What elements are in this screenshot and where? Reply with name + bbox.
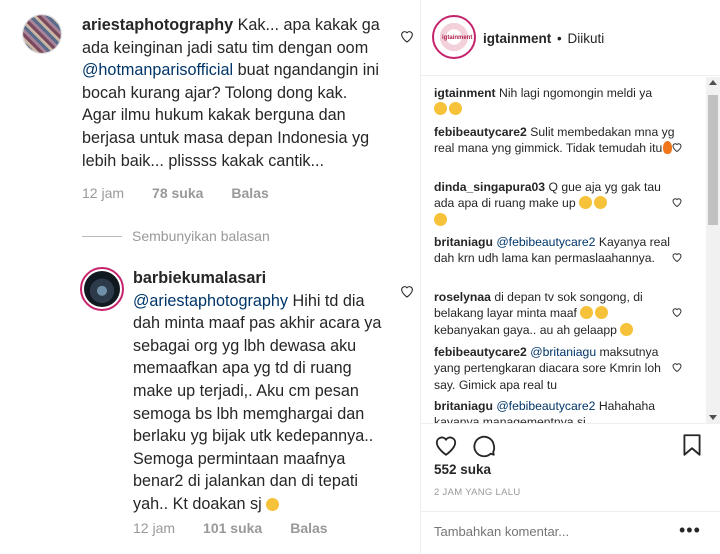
confused-emoji-icon: [434, 102, 447, 116]
comment-mention[interactable]: @febibeautycare2: [496, 235, 595, 249]
comment-text: Nih lagi ngomongin meldi ya: [499, 86, 653, 100]
add-comment-bar: •••: [421, 511, 720, 554]
like-comment-heart-icon[interactable]: [671, 306, 683, 318]
list-item: roselynaa di depan tv sok songong, di be…: [434, 289, 679, 338]
list-item: britaniagu @febibeautycare2 Hahahaha kay…: [434, 398, 679, 423]
comment-username[interactable]: dinda_singapura03: [434, 180, 545, 194]
more-options-button[interactable]: •••: [679, 520, 701, 541]
comment-mention[interactable]: @britaniagu: [530, 345, 596, 359]
scrollbar-thumb[interactable]: [708, 95, 718, 225]
comment-mention[interactable]: @febibeautycare2: [496, 399, 595, 413]
like-comment-heart-icon[interactable]: [399, 28, 415, 44]
divider: [82, 235, 122, 237]
comment-text-continued: kebanyakan gaya.. au ah gelaapp: [434, 322, 617, 337]
post-header: igtainment igtainment • Diikuti: [421, 0, 720, 76]
comment-username[interactable]: roselynaa: [434, 290, 491, 304]
follow-status-button[interactable]: Diikuti: [568, 31, 605, 46]
grinning-emoji-icon: [580, 306, 594, 320]
hide-replies-label: Sembunyikan balasan: [132, 228, 270, 244]
grinning-emoji-icon: [595, 306, 609, 320]
confused-emoji-icon: [594, 196, 608, 210]
post-username[interactable]: igtainment: [483, 31, 551, 46]
bookmark-icon[interactable]: [679, 432, 705, 458]
likes-text: 552 suka: [434, 462, 492, 477]
comment-meta: 12 jam 101 suka Balas: [133, 520, 356, 536]
comment-thread-panel: ariestaphotography Kak... apa kakak ga a…: [0, 0, 420, 554]
comment-barbiekumalasari: barbiekumalasari @ariestaphotography Hih…: [133, 267, 393, 516]
post-timestamp: 2 JAM YANG LALU: [434, 487, 521, 498]
list-item: igtainment Nih lagi ngomongin meldi ya: [434, 85, 679, 118]
post-author: igtainment • Diikuti: [483, 31, 604, 46]
like-comment-heart-icon[interactable]: [671, 251, 683, 263]
crying-emoji-icon: [449, 102, 462, 116]
post-likes-count[interactable]: 552 suka: [434, 462, 491, 477]
comments-list[interactable]: igtainment Nih lagi ngomongin meldi ya f…: [421, 77, 720, 423]
reply-button[interactable]: Balas: [231, 185, 268, 201]
comment-meta: 12 jam 78 suka Balas: [82, 185, 297, 201]
like-comment-heart-icon[interactable]: [671, 141, 683, 153]
post-actions: 552 suka 2 JAM YANG LALU •••: [421, 423, 720, 554]
scroll-down-arrow-icon[interactable]: [709, 415, 717, 420]
avatar-barbiekumalasari[interactable]: [80, 267, 124, 311]
like-comment-heart-icon[interactable]: [671, 196, 683, 208]
list-item: febibeautycare2 Sulit membedakan mna yg …: [434, 124, 679, 157]
comment-mention[interactable]: @ariestaphotography: [133, 292, 288, 310]
comment-icon[interactable]: [471, 432, 497, 458]
rolling-eyes-emoji-icon: [620, 322, 634, 336]
comment-time: 12 jam: [133, 520, 176, 536]
confused-emoji-icon: [579, 196, 593, 210]
scrollbar[interactable]: [706, 77, 720, 423]
comment-text: Hihi td dia dah minta maaf pas akhir aca…: [133, 291, 382, 513]
list-item: febibeautycare2 @britaniagu maksutnya ya…: [434, 344, 679, 393]
like-comment-heart-icon[interactable]: [399, 283, 415, 299]
avatar-logo-text: igtainment: [442, 35, 473, 41]
comment-username[interactable]: ariestaphotography: [82, 16, 233, 34]
comment-username[interactable]: igtainment: [434, 86, 496, 100]
avatar-igtainment[interactable]: igtainment: [432, 15, 476, 59]
list-item: britaniagu @febibeautycare2 Kayanya real…: [434, 234, 679, 267]
comment-mention[interactable]: @hotmanparisofficial: [82, 61, 233, 79]
separator-dot: •: [557, 31, 562, 46]
comment-input[interactable]: [434, 524, 664, 539]
confused-emoji-icon: [434, 212, 447, 226]
avatar-ariestaphotography[interactable]: [22, 14, 62, 54]
comment-username[interactable]: febibeautycare2: [434, 125, 527, 139]
hug-emoji-icon: [266, 497, 280, 511]
comment-time: 12 jam: [82, 185, 125, 201]
comment-likes[interactable]: 78 suka: [152, 185, 203, 201]
hide-replies-button[interactable]: Sembunyikan balasan: [82, 228, 270, 244]
list-item: dinda_singapura03 Q gue aja yg gak tau a…: [434, 179, 679, 228]
reply-button[interactable]: Balas: [290, 520, 327, 536]
comment-username[interactable]: britaniagu: [434, 399, 493, 413]
comment-ariestaphotography: ariestaphotography Kak... apa kakak ga a…: [82, 14, 382, 172]
comment-username[interactable]: febibeautycare2: [434, 345, 527, 359]
like-comment-heart-icon[interactable]: [671, 361, 683, 373]
comment-likes[interactable]: 101 suka: [203, 520, 262, 536]
post-panel: igtainment igtainment • Diikuti igtainme…: [420, 0, 720, 554]
scroll-up-arrow-icon[interactable]: [709, 80, 717, 85]
comment-username[interactable]: britaniagu: [434, 235, 493, 249]
comment-username[interactable]: barbiekumalasari: [133, 269, 266, 287]
heart-icon[interactable]: [433, 432, 459, 458]
